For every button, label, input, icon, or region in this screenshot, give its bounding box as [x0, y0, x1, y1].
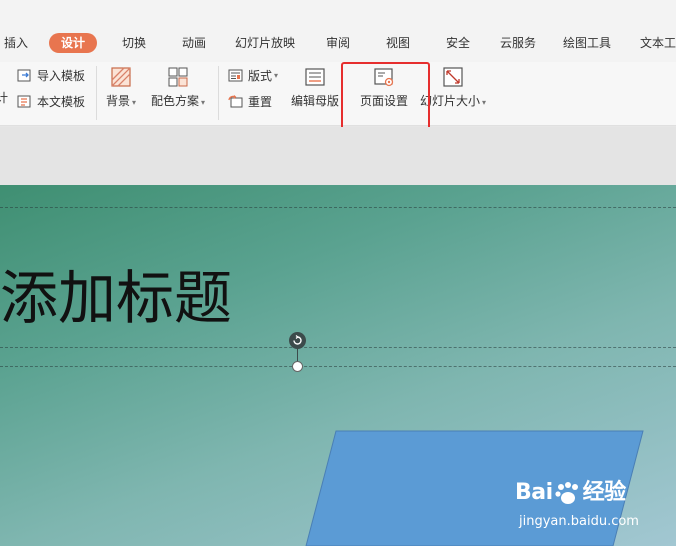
- ribbon-tab-bar: 插入 设计 切换 动画 幻灯片放映 审阅 视图 安全 云服务 绘图工具 文本工: [0, 24, 676, 62]
- chevron-down-icon: ▾: [482, 98, 487, 107]
- tab-animation[interactable]: 动画: [182, 33, 206, 53]
- page-setup-icon: [374, 68, 394, 87]
- tab-security[interactable]: 安全: [446, 33, 470, 53]
- text-template-label: 本文模板: [37, 95, 86, 109]
- partial-button[interactable]: 计: [0, 88, 8, 108]
- slide-size-label: 幻灯片大小: [419, 94, 480, 108]
- color-scheme-button[interactable]: 配色方案 ▾: [148, 66, 208, 118]
- page-setup-button[interactable]: 页面设置: [358, 66, 410, 118]
- slide-size-button[interactable]: 幻灯片大小 ▾: [418, 66, 488, 118]
- import-template-button[interactable]: 导入模板: [17, 66, 85, 86]
- layout-icon: [228, 69, 243, 82]
- watermark-brand: Bai 经验: [515, 480, 626, 505]
- tab-text-tools[interactable]: 文本工: [640, 33, 676, 53]
- edit-master-label: 编辑母版: [290, 94, 339, 108]
- tab-insert[interactable]: 插入: [4, 33, 28, 53]
- tab-transition[interactable]: 切换: [122, 33, 146, 53]
- paw-icon: [553, 481, 583, 505]
- color-scheme-icon: [168, 67, 188, 87]
- edit-master-button[interactable]: 编辑母版: [289, 66, 341, 118]
- layout-label: 版式: [248, 69, 273, 83]
- tab-review[interactable]: 审阅: [326, 33, 350, 53]
- slide-size-icon: [443, 67, 463, 87]
- tab-design[interactable]: 设计: [49, 33, 98, 53]
- ribbon-separator: [218, 66, 219, 120]
- reset-button[interactable]: 重置: [228, 92, 272, 112]
- color-scheme-label: 配色方案: [150, 94, 199, 108]
- chevron-down-icon: ▾: [274, 71, 279, 80]
- page-setup-label: 页面设置: [359, 94, 408, 108]
- watermark-url: jingyan.baidu.com: [519, 514, 639, 529]
- design-ribbon: 计 导入模板 本文模板 背景 ▾ 配色方案 ▾ 版式 ▾ 重置 编辑母版 页面设…: [0, 62, 676, 126]
- import-template-icon: [17, 69, 31, 82]
- background-label: 背景: [105, 94, 130, 108]
- chevron-down-icon: ▾: [201, 98, 206, 107]
- ribbon-separator: [96, 66, 97, 120]
- tab-view[interactable]: 视图: [386, 33, 410, 53]
- tab-cloud-services[interactable]: 云服务: [500, 33, 536, 53]
- reset-icon: [228, 95, 243, 108]
- background-icon: [111, 67, 131, 87]
- text-template-button[interactable]: 本文模板: [17, 92, 85, 112]
- workspace-margin: [0, 127, 676, 185]
- chevron-down-icon: ▾: [132, 98, 137, 107]
- tab-drawing-tools[interactable]: 绘图工具: [563, 33, 611, 53]
- text-template-icon: [17, 95, 31, 108]
- reset-label: 重置: [248, 95, 273, 109]
- import-template-label: 导入模板: [37, 69, 86, 83]
- edit-master-icon: [305, 68, 325, 86]
- title-strip: [0, 0, 676, 24]
- tab-slideshow[interactable]: 幻灯片放映: [235, 33, 295, 53]
- layout-button[interactable]: 版式 ▾: [228, 66, 278, 86]
- background-button[interactable]: 背景 ▾: [103, 66, 139, 118]
